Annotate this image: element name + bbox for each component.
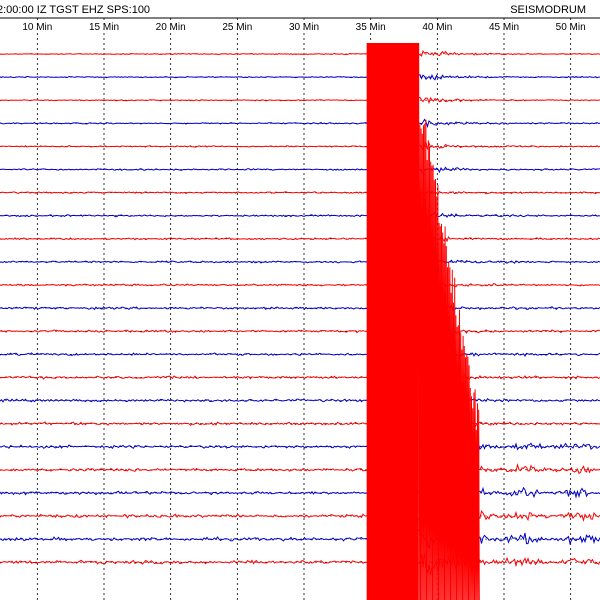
x-tick-label: 50 Min — [556, 22, 586, 33]
seismogram-plot: 10 Min 15 Min 20 Min 25 Min 30 Min 35 Min 40 M… — [0, 17, 600, 600]
x-tick-label: 40 Min — [422, 22, 452, 33]
seismic-trace — [0, 553, 600, 576]
seismic-trace — [0, 281, 600, 289]
seismic-trace — [0, 498, 600, 525]
x-tick-label: 35 Min — [356, 22, 386, 33]
seismic-trace — [0, 189, 600, 196]
seismic-trace — [0, 118, 600, 129]
seismic-trace — [0, 96, 600, 105]
x-tick-label: 15 Min — [89, 22, 119, 33]
seismic-traces — [0, 49, 600, 576]
seismic-trace — [0, 141, 600, 151]
x-tick-labels: 10 Min 15 Min 20 Min 25 Min 30 Min 35 Min 40 M… — [22, 22, 585, 33]
x-tick-label: 20 Min — [156, 22, 186, 33]
seismic-trace — [0, 49, 600, 57]
x-tick-label: 30 Min — [289, 22, 319, 33]
saturated-signal-block — [366, 43, 419, 600]
seismic-trace — [0, 414, 600, 432]
seismic-trace — [0, 457, 600, 476]
seismic-trace — [0, 258, 600, 267]
seismic-trace — [0, 529, 600, 551]
seismic-trace — [0, 235, 600, 244]
seismic-trace — [0, 211, 600, 219]
earthquake-signal — [366, 43, 480, 600]
seismic-trace — [0, 394, 600, 410]
x-tick-label: 45 Min — [489, 22, 519, 33]
seismic-trace — [0, 437, 600, 461]
seismic-trace — [0, 366, 600, 382]
seismic-trace — [0, 166, 600, 174]
x-tick-label: 25 Min — [222, 22, 252, 33]
seismic-trace — [0, 324, 600, 339]
seismic-trace — [0, 73, 600, 81]
x-tick-label: 10 Min — [22, 22, 52, 33]
